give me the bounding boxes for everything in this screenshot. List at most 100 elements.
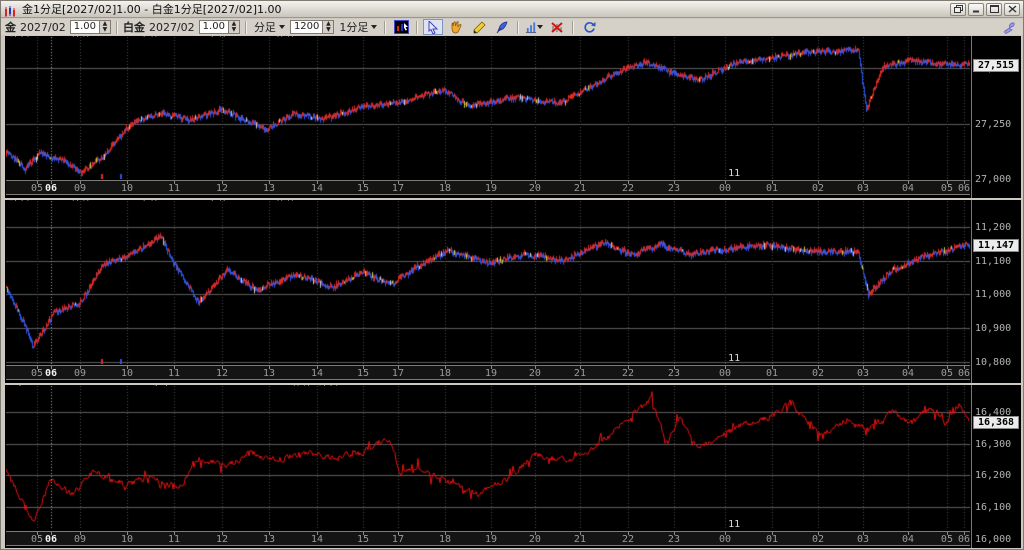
pencil-tool-button[interactable]: [469, 19, 489, 35]
refresh-button[interactable]: [579, 19, 599, 35]
toolbar-separator: [416, 20, 419, 34]
period-dropdown[interactable]: 1分足: [337, 20, 379, 34]
platinum-multiplier-value: 1.00: [202, 21, 225, 32]
pen-icon: [497, 21, 508, 33]
pan-tool-button[interactable]: [446, 19, 466, 35]
time-axis-label: 04: [901, 534, 915, 545]
toolbar-separator: [572, 20, 575, 34]
bar-count-spinner[interactable]: 1200 ▲ ▼: [289, 20, 335, 34]
time-axis-label: 05: [940, 534, 953, 545]
select-tool-button[interactable]: [423, 19, 444, 35]
toolbar-separator: [244, 20, 247, 34]
platinum-candle-chart[interactable]: [6, 201, 970, 364]
time-axis-label: 01: [765, 534, 779, 545]
time-axis-label: 03: [856, 368, 870, 379]
chevron-down-icon: [371, 25, 378, 29]
platinum-contract-month: 2027/02: [148, 20, 195, 34]
refresh-icon: [584, 21, 596, 33]
price-axis-label: 10,900: [975, 323, 1012, 335]
close-button[interactable]: [1004, 2, 1020, 16]
platinum-last-price-badge: 11,147: [973, 238, 1019, 252]
restore-window-button[interactable]: [950, 2, 966, 16]
time-axis-label: 11: [167, 368, 181, 379]
time-axis-label: 06: [44, 534, 58, 545]
time-axis-label: 23: [667, 534, 680, 545]
time-axis-label: 21: [573, 534, 586, 545]
date-marker: 11: [728, 168, 741, 179]
delete-chart-button[interactable]: [547, 19, 567, 35]
time-axis-label: 22: [621, 183, 634, 194]
settings-wrench-button[interactable]: [999, 19, 1019, 35]
chevron-down-icon: [278, 25, 285, 29]
time-axis-label: 15: [356, 183, 369, 194]
time-axis-label: 02: [811, 183, 824, 194]
time-axis-label: 19: [484, 368, 498, 379]
price-axis-label: 27,000: [975, 174, 1012, 185]
time-axis-label: 03: [856, 183, 870, 194]
toolbar-separator: [384, 20, 387, 34]
gold-candle-chart[interactable]: [6, 37, 970, 179]
time-axis-label: 06: [957, 368, 971, 379]
spread-line-chart[interactable]: [6, 386, 970, 530]
maximize-button[interactable]: [986, 2, 1002, 16]
time-axis-label: 06: [957, 183, 971, 194]
time-axis-label: 18: [438, 368, 452, 379]
price-axis-label: 11,000: [975, 289, 1012, 301]
delete-chart-icon: [551, 21, 564, 33]
chart-frame-icon: [393, 20, 409, 34]
select-arrow-icon: [428, 20, 439, 34]
time-axis-label: 10: [120, 368, 133, 379]
time-axis-label: 17: [391, 534, 404, 545]
price-axis-label: 11,200: [975, 221, 1012, 233]
time-axis-label: 21: [573, 368, 586, 379]
time-axis-label: 09: [74, 534, 87, 545]
gold-chart-panel: 時刻:06:00 始値:27,515 高値:27,515 安値:27,515 終…: [5, 36, 1021, 198]
spinner-arrows[interactable]: ▲ ▼: [98, 21, 110, 33]
price-axis-label: 16,300: [975, 438, 1012, 450]
bar-type-label: 分足: [253, 21, 276, 34]
pen-tool-button[interactable]: [492, 19, 512, 35]
time-axis-label: 05: [31, 368, 44, 379]
toolbar-separator: [517, 20, 520, 34]
time-axis-label: 11: [167, 534, 181, 545]
minimize-button[interactable]: [968, 2, 984, 16]
time-axis-label: 12: [216, 534, 229, 545]
titlebar[interactable]: 金1分足[2027/02]1.00 - 白金1分足[2027/02]1.00: [1, 1, 1023, 18]
spread-last-value-badge: 16,368: [973, 415, 1019, 429]
time-axis-label: 00: [719, 368, 732, 379]
date-marker: 11: [728, 353, 741, 364]
app-icon: [4, 3, 18, 17]
time-axis-label: 09: [74, 368, 87, 379]
time-axis-label: 02: [811, 368, 824, 379]
time-axis-label: 02: [811, 534, 824, 545]
time-axis-label: 14: [310, 368, 324, 379]
chart-frame-button[interactable]: [391, 19, 411, 35]
time-axis-label: 19: [484, 534, 498, 545]
time-axis-label: 13: [262, 534, 275, 545]
time-axis-label: 11: [167, 183, 181, 194]
time-axis-label: 15: [356, 534, 369, 545]
price-axis-label: 16,000: [975, 533, 1012, 545]
bar-type-dropdown[interactable]: 分足: [252, 20, 287, 34]
time-axis-label: 23: [667, 368, 680, 379]
time-axis-label: 05: [31, 534, 44, 545]
time-axis-label: 22: [621, 368, 634, 379]
platinum-multiplier-spinner[interactable]: 1.00 ▲ ▼: [198, 20, 240, 34]
bar-chart-icon: [526, 21, 537, 33]
bar-count-value: 1200: [293, 21, 320, 32]
time-axis-label: 03: [856, 534, 870, 545]
price-axis-label: 16,100: [975, 502, 1012, 514]
toolbar-separator: [115, 20, 118, 34]
spinner-arrows[interactable]: ▲ ▼: [227, 21, 239, 33]
wrench-icon: [1003, 22, 1015, 34]
time-axis-label: 06: [44, 183, 58, 194]
chevron-down-icon: [537, 25, 544, 29]
hand-icon: [451, 20, 462, 33]
chart-style-button[interactable]: [524, 19, 544, 35]
spinner-arrows[interactable]: ▲ ▼: [322, 21, 334, 33]
time-axis-label: 18: [438, 183, 452, 194]
gold-multiplier-spinner[interactable]: 1.00 ▲ ▼: [69, 20, 111, 34]
time-axis-label: 23: [667, 183, 680, 194]
time-axis-label: 15: [356, 368, 369, 379]
time-axis-label: 01: [765, 368, 779, 379]
